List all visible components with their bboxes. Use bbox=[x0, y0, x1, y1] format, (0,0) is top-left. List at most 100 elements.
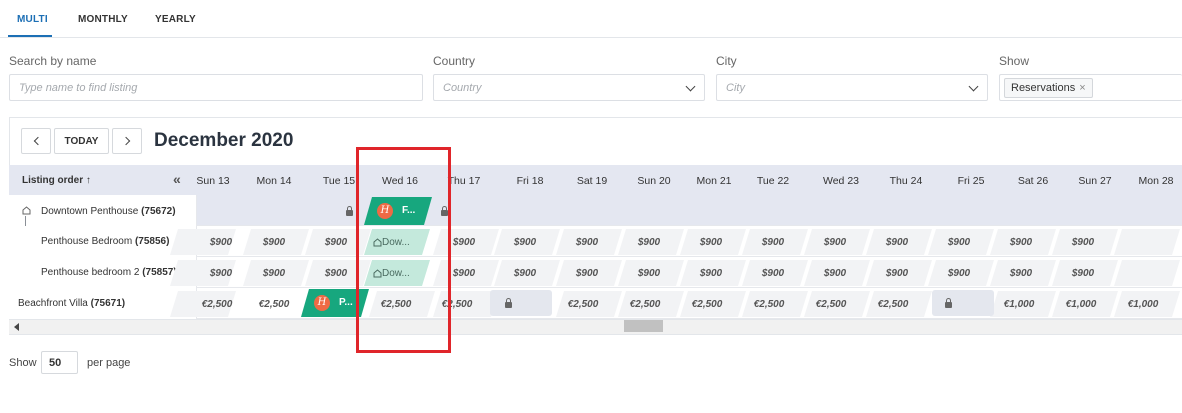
tab-multi[interactable]: MULTI bbox=[17, 14, 48, 25]
price-value: $900 bbox=[637, 268, 661, 279]
price-value: $900 bbox=[452, 268, 476, 279]
price-value: $900 bbox=[885, 268, 909, 279]
hostaway-icon: H bbox=[314, 295, 330, 311]
day-header: Mon 14 bbox=[256, 175, 292, 187]
lock-icon bbox=[945, 298, 952, 310]
price-value: $900 bbox=[324, 268, 348, 279]
day-header: Tue 15 bbox=[322, 175, 356, 187]
price-value: €1,000 bbox=[1065, 299, 1097, 310]
search-label: Search by name bbox=[9, 54, 97, 68]
reservation-bar[interactable]: H P... bbox=[301, 289, 369, 317]
blocked-day-cell[interactable] bbox=[490, 290, 552, 316]
day-header: Mon 28 bbox=[1138, 175, 1174, 187]
chevron-right-icon bbox=[121, 136, 130, 146]
listing-order-sort[interactable]: Listing order ↑ bbox=[22, 175, 91, 186]
day-header: Wed 23 bbox=[823, 175, 859, 187]
listing-downtown-penthouse[interactable]: Downtown Penthouse (75672) bbox=[41, 206, 176, 217]
day-header: Sun 20 bbox=[637, 175, 671, 187]
price-value: $900 bbox=[947, 268, 971, 279]
horizontal-scrollbar[interactable] bbox=[9, 319, 1182, 334]
price-value: $900 bbox=[761, 237, 785, 248]
price-value: $900 bbox=[823, 268, 847, 279]
listing-penthouse-bedroom[interactable]: Penthouse Bedroom (75856) bbox=[41, 236, 169, 247]
reservation-label: P... bbox=[339, 297, 353, 308]
city-placeholder: City bbox=[726, 82, 745, 94]
price-value: €2,500 bbox=[815, 299, 847, 310]
home-icon bbox=[373, 238, 382, 247]
day-header: Thu 17 bbox=[447, 175, 481, 187]
price-value: $900 bbox=[575, 237, 599, 248]
today-button[interactable]: TODAY bbox=[54, 128, 109, 154]
per-page-label: per page bbox=[87, 357, 131, 369]
lock-icon bbox=[441, 206, 448, 218]
price-value: $900 bbox=[262, 237, 286, 248]
price-value: €2,500 bbox=[258, 299, 290, 310]
show-filter-select[interactable]: Reservations × bbox=[999, 74, 1182, 101]
price-value: €1,000 bbox=[1003, 299, 1035, 310]
city-select[interactable]: City bbox=[716, 74, 988, 101]
price-value: $900 bbox=[947, 237, 971, 248]
price-value: $900 bbox=[823, 237, 847, 248]
chevron-down-icon bbox=[685, 81, 696, 92]
day-header: Fri 18 bbox=[516, 175, 544, 187]
view-tabs: MULTI MONTHLY YEARLY bbox=[0, 0, 1182, 38]
price-value: $900 bbox=[262, 268, 286, 279]
price-value: €2,500 bbox=[380, 299, 412, 310]
price-value: $900 bbox=[452, 237, 476, 248]
day-header: Sat 19 bbox=[576, 175, 608, 187]
price-cell[interactable] bbox=[1114, 229, 1180, 255]
home-icon bbox=[373, 269, 382, 278]
per-page-input[interactable]: 50 bbox=[41, 351, 78, 374]
scroll-thumb[interactable] bbox=[624, 320, 663, 332]
blocked-parent-cell[interactable]: Dow... bbox=[364, 229, 430, 255]
next-month-button[interactable] bbox=[112, 128, 142, 154]
price-value: €2,500 bbox=[877, 299, 909, 310]
block-label: Dow... bbox=[382, 268, 410, 279]
month-title: December 2020 bbox=[154, 130, 294, 151]
chip-label: Reservations bbox=[1011, 82, 1076, 94]
reservation-label: F... bbox=[402, 205, 416, 216]
price-value: $900 bbox=[885, 237, 909, 248]
tab-yearly[interactable]: YEARLY bbox=[155, 14, 196, 25]
price-value: $900 bbox=[1071, 268, 1095, 279]
day-header: Sun 27 bbox=[1078, 175, 1112, 187]
price-value: $900 bbox=[1009, 268, 1033, 279]
scroll-left-icon[interactable] bbox=[14, 323, 19, 331]
day-header: Fri 25 bbox=[957, 175, 985, 187]
price-value: €2,500 bbox=[691, 299, 723, 310]
price-value: €2,500 bbox=[201, 299, 233, 310]
blocked-day-cell[interactable] bbox=[932, 290, 994, 316]
chevron-left-icon bbox=[33, 136, 42, 146]
tab-monthly[interactable]: MONTHLY bbox=[78, 14, 128, 25]
price-value: €2,500 bbox=[753, 299, 785, 310]
home-icon bbox=[22, 206, 31, 215]
price-value: $900 bbox=[699, 268, 723, 279]
hostaway-icon: H bbox=[377, 203, 393, 219]
city-label: City bbox=[716, 54, 737, 68]
price-value: $900 bbox=[513, 237, 537, 248]
prev-month-button[interactable] bbox=[21, 128, 51, 154]
block-label: Dow... bbox=[382, 237, 410, 248]
day-header: Mon 21 bbox=[696, 175, 732, 187]
day-header: Tue 22 bbox=[756, 175, 790, 187]
day-header: Thu 24 bbox=[889, 175, 923, 187]
chip-remove-icon[interactable]: × bbox=[1079, 82, 1085, 94]
reservation-bar[interactable]: H F... bbox=[364, 197, 432, 225]
listing-beachfront-villa[interactable]: Beachfront Villa (75671) bbox=[18, 298, 125, 309]
price-value: $900 bbox=[699, 237, 723, 248]
listing-penthouse-bedroom-2[interactable]: Penthouse bedroom 2 (75857) bbox=[41, 267, 177, 278]
search-input[interactable]: Type name to find listing bbox=[9, 74, 423, 101]
price-value: $900 bbox=[761, 268, 785, 279]
blocked-parent-cell[interactable]: Dow... bbox=[364, 260, 430, 286]
lock-icon bbox=[505, 298, 512, 310]
price-cell[interactable] bbox=[1114, 260, 1180, 286]
country-select[interactable]: Country bbox=[433, 74, 705, 101]
show-filter-label: Show bbox=[999, 54, 1030, 68]
country-label: Country bbox=[433, 54, 476, 68]
collapse-icon[interactable]: « bbox=[173, 171, 181, 187]
lock-icon bbox=[346, 206, 353, 218]
country-placeholder: Country bbox=[443, 82, 482, 94]
day-header: Sat 26 bbox=[1017, 175, 1049, 187]
price-value: $900 bbox=[575, 268, 599, 279]
price-value: €2,500 bbox=[441, 299, 473, 310]
